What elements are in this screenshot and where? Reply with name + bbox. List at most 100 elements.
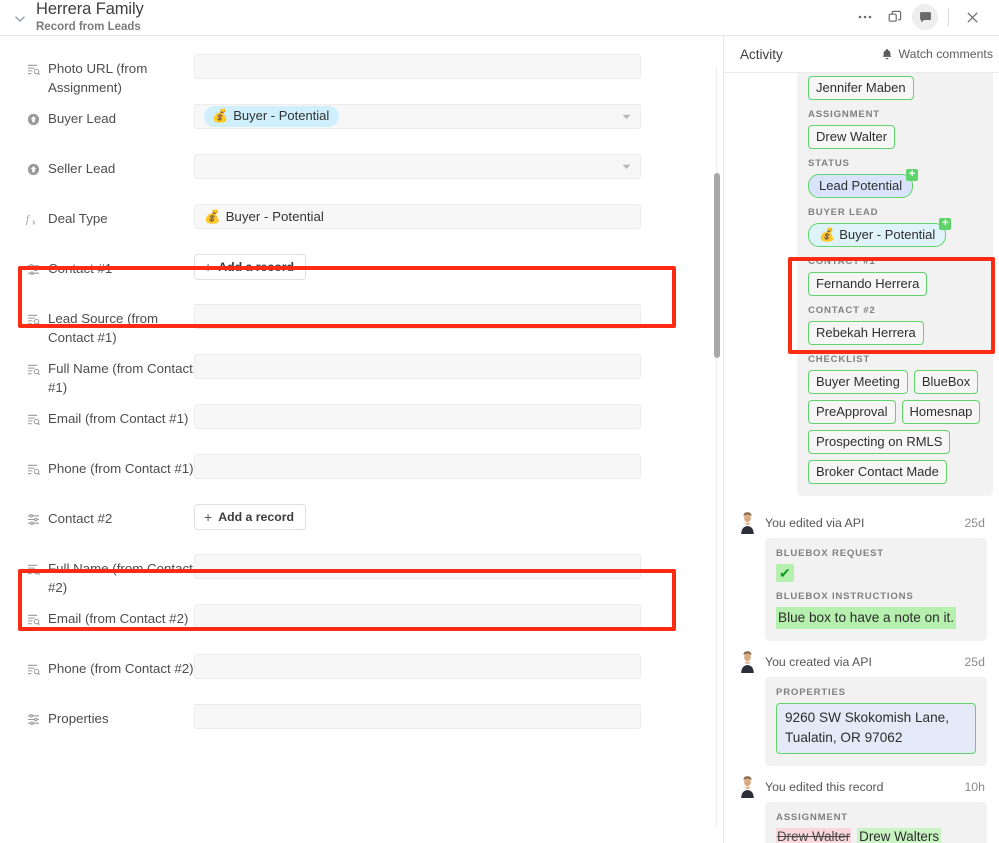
activity-timestamp: 25d <box>964 516 985 530</box>
activity-feed[interactable]: CLIENTJennifer MabenASSIGNMENTDrew Walte… <box>724 73 999 843</box>
field-email-from-contact-2-label: Email (from Contact #2) <box>26 604 194 628</box>
activity-tag-label: Buyer Meeting <box>816 374 900 389</box>
activity-title: Activity <box>740 46 783 62</box>
activity-tag-row: Fernando Herrera <box>808 272 982 296</box>
field-lead-source-from-contact-1: Lead Source (from Contact #1) <box>0 304 723 354</box>
chevron-down-icon[interactable] <box>622 164 631 170</box>
activity-tag: Homesnap <box>901 400 981 424</box>
field-seller-lead-label: Seller Lead <box>26 154 194 178</box>
activity-field-heading: CONTACT #2 <box>808 305 876 316</box>
field-contact-2-add-record-button[interactable]: + Add a record <box>194 504 307 530</box>
field-contact-1: Contact #1 + Add a record <box>0 254 723 304</box>
page-title: Herrera Family <box>36 0 144 18</box>
activity-entry-header: You edited this record 10h <box>738 772 993 802</box>
activity-value-row: Drew Walter Drew Walters <box>776 828 976 843</box>
field-email-from-contact-2-label-text: Email (from Contact #2) <box>48 611 189 626</box>
duplicate-record-button[interactable] <box>882 4 908 30</box>
activity-tag: Buyer Meeting <box>808 370 908 394</box>
activity-tag-label: Fernando Herrera <box>816 276 920 291</box>
checkmark-icon: ✔ <box>776 564 794 582</box>
fields-panel: Photo URL (from Assignment) Buyer Lead 💰 Bu… <box>0 36 724 843</box>
field-photo-url-from-assignment-input[interactable] <box>194 54 641 79</box>
chevron-down-icon[interactable] <box>622 114 631 120</box>
field-contact-1-add-record-button[interactable]: + Add a record <box>194 254 307 280</box>
field-phone-from-contact-2-label-text: Phone (from Contact #2) <box>48 661 194 676</box>
comments-button[interactable] <box>912 4 938 30</box>
field-contact-2-value: + Add a record <box>194 504 723 530</box>
field-properties-label-text: Properties <box>48 711 109 726</box>
field-full-name-from-contact-2-label-text: Full Name (from Contact #2) <box>48 561 193 595</box>
field-deal-type-text: 💰 Buyer - Potential <box>204 209 324 225</box>
activity-entry-card: ASSIGNMENT Drew Walter Drew Walters <box>765 802 987 843</box>
added-badge-icon: + <box>906 169 919 181</box>
field-contact-2-label-text: Contact #2 <box>48 511 113 526</box>
linked-record-icon <box>26 261 40 277</box>
activity-value-row: Blue box to have a note on it. <box>776 607 976 629</box>
record-header: Herrera Family Record from Leads <box>0 0 999 36</box>
field-seller-lead-input[interactable] <box>194 154 641 179</box>
activity-entries: You edited via API 25d BLUEBOX REQUEST ✔ BLU… <box>724 502 999 843</box>
field-email-from-contact-1-value <box>194 404 723 429</box>
activity-tag: Jennifer Maben <box>808 76 914 100</box>
activity-tag-row: Lead Potential + <box>808 169 982 198</box>
field-lead-source-from-contact-1-input[interactable] <box>194 304 641 329</box>
activity-added-value: Drew Walters <box>857 828 942 843</box>
field-contact-1-label-text: Contact #1 <box>48 261 113 276</box>
field-properties-input[interactable] <box>194 704 641 729</box>
field-full-name-from-contact-1-value <box>194 354 723 379</box>
activity-timestamp: 25d <box>964 655 985 669</box>
field-full-name-from-contact-2-value <box>194 554 723 579</box>
field-email-from-contact-1: Email (from Contact #1) <box>0 404 723 454</box>
record-body: Photo URL (from Assignment) Buyer Lead 💰 Bu… <box>0 36 999 843</box>
activity-tag-row: Rebekah Herrera <box>808 321 982 345</box>
activity-entry-header: You created via API 25d <box>738 647 993 677</box>
field-phone-from-contact-1: Phone (from Contact #1) <box>0 454 723 504</box>
field-deal-type-label: f x Deal Type <box>26 204 194 228</box>
activity-tag-label: Drew Walter <box>816 129 888 144</box>
field-full-name-from-contact-2: Full Name (from Contact #2) <box>0 554 723 604</box>
activity-highlighted-text: Blue box to have a note on it. <box>776 607 957 629</box>
field-deal-type-value: 💰 Buyer - Potential <box>194 204 723 229</box>
field-phone-from-contact-1-label-text: Phone (from Contact #1) <box>48 461 194 476</box>
field-full-name-from-contact-1-input[interactable] <box>194 354 641 379</box>
avatar <box>738 651 757 673</box>
fields-scrollbar-thumb[interactable] <box>714 173 720 358</box>
field-phone-from-contact-2-value <box>194 654 723 679</box>
field-phone-from-contact-1-input[interactable] <box>194 454 641 479</box>
activity-entry: You edited this record 10h ASSIGNMENT Drew … <box>724 766 999 843</box>
activity-removed-value: Drew Walter <box>776 828 852 843</box>
field-photo-url-from-assignment-label-text: Photo URL (from Assignment) <box>48 61 148 95</box>
activity-tag: PreApproval <box>808 400 896 424</box>
field-lead-source-from-contact-1-label: Lead Source (from Contact #1) <box>26 304 194 347</box>
plus-icon: + <box>204 259 213 275</box>
activity-entry-header: You edited via API 25d <box>738 508 993 538</box>
activity-tag: 💰 Buyer - Potential + <box>808 218 952 247</box>
chevron-down-icon[interactable] <box>8 4 32 34</box>
fields-list: Photo URL (from Assignment) Buyer Lead 💰 Bu… <box>0 36 723 754</box>
header-titles: Herrera Family Record from Leads <box>32 0 852 35</box>
watch-comments-button[interactable]: Watch comments <box>881 47 995 61</box>
close-button[interactable] <box>959 4 985 30</box>
activity-top-card: CLIENTJennifer MabenASSIGNMENTDrew Walte… <box>797 73 993 496</box>
field-buyer-lead-chip-label: Buyer - Potential <box>233 108 330 123</box>
plus-icon: + <box>204 509 213 525</box>
lookup-field-icon <box>26 311 40 327</box>
field-full-name-from-contact-2-input[interactable] <box>194 554 641 579</box>
field-email-from-contact-2-input[interactable] <box>194 604 641 629</box>
field-buyer-lead-input[interactable]: 💰 Buyer - Potential <box>194 104 641 129</box>
field-full-name-from-contact-1-label-text: Full Name (from Contact #1) <box>48 361 193 395</box>
money-bag-icon: 💰 <box>204 208 221 224</box>
field-email-from-contact-1-label: Email (from Contact #1) <box>26 404 194 428</box>
field-contact-2: Contact #2 + Add a record <box>0 504 723 554</box>
field-phone-from-contact-1-label: Phone (from Contact #1) <box>26 454 194 478</box>
activity-value-row: ✔ <box>776 564 976 582</box>
field-email-from-contact-1-input[interactable] <box>194 404 641 429</box>
field-deal-type-input[interactable]: 💰 Buyer - Potential <box>194 204 641 229</box>
field-phone-from-contact-2-input[interactable] <box>194 654 641 679</box>
field-email-from-contact-1-label-text: Email (from Contact #1) <box>48 411 189 426</box>
more-options-button[interactable] <box>852 4 878 30</box>
activity-tag-label: Buyer - Potential <box>839 227 936 242</box>
added-badge-icon: + <box>939 218 952 230</box>
activity-entry-card: BLUEBOX REQUEST ✔ BLUEBOX INSTRUCTIONS Blue… <box>765 538 987 641</box>
field-buyer-lead-value: 💰 Buyer - Potential <box>194 104 723 129</box>
